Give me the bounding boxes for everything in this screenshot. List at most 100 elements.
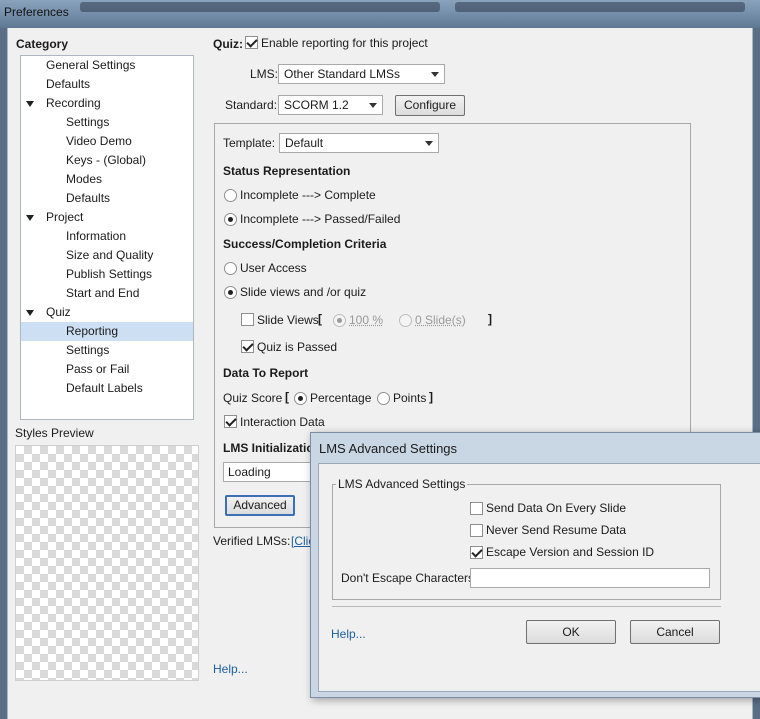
tree-item[interactable]: Recording (21, 94, 193, 113)
standard-dropdown[interactable]: SCORM 1.2 (278, 95, 383, 115)
send-every-slide-checkbox[interactable] (470, 502, 483, 515)
slide-views-quiz-radio[interactable] (224, 286, 237, 299)
escape-version-label: Escape Version and Session ID (486, 545, 654, 559)
user-access-label: User Access (240, 261, 307, 275)
interaction-data-checkbox[interactable] (224, 415, 237, 428)
slides-radio[interactable] (399, 314, 412, 327)
tree-item[interactable]: Settings (21, 113, 193, 132)
quiz-passed-label: Quiz is Passed (257, 340, 337, 354)
tree-item[interactable]: Publish Settings (21, 265, 193, 284)
tree-item-label: Defaults (46, 75, 90, 94)
quiz-score-label: Quiz Score (223, 391, 282, 405)
window-title: Preferences (4, 5, 69, 19)
interaction-data-label: Interaction Data (240, 415, 325, 429)
lms-dropdown-value: Other Standard LMSs (284, 67, 400, 81)
chevron-down-icon (425, 141, 433, 146)
tree-item[interactable]: Keys - (Global) (21, 151, 193, 170)
lms-init-loading-field[interactable]: Loading (223, 462, 318, 482)
chevron-down-icon (369, 103, 377, 108)
enable-reporting-label: Enable reporting for this project (261, 36, 428, 50)
tree-item[interactable]: Reporting (21, 322, 193, 341)
tree-item[interactable]: Quiz (21, 303, 193, 322)
cancel-button[interactable]: Cancel (630, 620, 720, 644)
template-dropdown[interactable]: Default (279, 133, 439, 153)
slide-views-quiz-label: Slide views and /or quiz (240, 285, 366, 299)
status-passed-failed-radio[interactable] (224, 213, 237, 226)
standard-dropdown-value: SCORM 1.2 (284, 98, 349, 112)
styles-preview-canvas (15, 445, 199, 681)
never-send-resume-checkbox[interactable] (470, 524, 483, 537)
tree-item-label: Settings (66, 113, 109, 132)
status-complete-radio[interactable] (224, 189, 237, 202)
chevron-down-icon (431, 72, 439, 77)
tree-item[interactable]: Information (21, 227, 193, 246)
expand-triangle-icon[interactable] (26, 310, 34, 316)
dialog-help-link[interactable]: Help... (331, 627, 366, 641)
tree-item[interactable]: Project (21, 208, 193, 227)
enable-reporting-checkbox[interactable] (245, 36, 258, 49)
tree-item-label: Modes (66, 170, 102, 189)
quiz-passed-checkbox[interactable] (241, 340, 254, 353)
window-title-bar: Preferences (0, 0, 760, 28)
expand-triangle-icon[interactable] (26, 215, 34, 221)
percentage-label: Percentage (310, 391, 371, 405)
data-to-report-heading: Data To Report (223, 366, 308, 380)
tree-item[interactable]: Pass or Fail (21, 360, 193, 379)
tree-item-label: Settings (66, 341, 109, 360)
lms-label: LMS: (250, 67, 278, 81)
category-heading: Category (16, 37, 68, 51)
lms-dropdown[interactable]: Other Standard LMSs (278, 64, 445, 84)
tree-item[interactable]: Video Demo (21, 132, 193, 151)
dialog-title: LMS Advanced Settings (319, 441, 457, 456)
tree-item[interactable]: Defaults (21, 189, 193, 208)
background-toolbar-blur (455, 2, 745, 12)
status-passed-failed-label: Incomplete ---> Passed/Failed (240, 212, 400, 226)
tree-item[interactable]: Settings (21, 341, 193, 360)
percent-radio[interactable] (333, 314, 346, 327)
background-menu-blur (80, 2, 440, 12)
lms-advanced-settings-dialog: LMS Advanced Settings LMS Advanced Setti… (310, 432, 760, 698)
tree-item[interactable]: Defaults (21, 75, 193, 94)
dont-escape-input[interactable] (470, 568, 710, 588)
status-representation-heading: Status Representation (223, 164, 350, 178)
tree-item-label: Video Demo (66, 132, 132, 151)
tree-item-label: Reporting (66, 322, 118, 341)
category-tree[interactable]: General Settings Defaults Recording Setting… (20, 55, 194, 420)
percentage-radio[interactable] (294, 392, 307, 405)
dialog-divider (332, 606, 721, 607)
tree-item[interactable]: Modes (21, 170, 193, 189)
points-radio[interactable] (377, 392, 390, 405)
standard-label: Standard: (225, 98, 277, 112)
criteria-heading: Success/Completion Criteria (223, 237, 386, 251)
configure-button[interactable]: Configure (395, 95, 465, 116)
tree-item-label: Keys - (Global) (66, 151, 146, 170)
lms-init-heading: LMS Initializatio (223, 441, 314, 455)
tree-item-label: Pass or Fail (66, 360, 129, 379)
verified-lms-label: Verified LMSs: (213, 534, 290, 548)
tree-item-label: Project (46, 208, 83, 227)
bracket-close: ] (488, 312, 492, 326)
tree-item[interactable]: Start and End (21, 284, 193, 303)
tree-item[interactable]: Size and Quality (21, 246, 193, 265)
tree-item-label: Defaults (66, 189, 110, 208)
score-bracket-close: ] (429, 390, 433, 404)
tree-item-label: General Settings (46, 56, 135, 75)
template-label: Template: (223, 136, 275, 150)
ok-button[interactable]: OK (526, 620, 616, 644)
slide-views-checkbox[interactable] (241, 313, 254, 326)
expand-triangle-icon[interactable] (26, 101, 34, 107)
user-access-radio[interactable] (224, 262, 237, 275)
tree-item-label: Recording (46, 94, 101, 113)
help-link[interactable]: Help... (213, 662, 248, 676)
never-send-resume-label: Never Send Resume Data (486, 523, 626, 537)
tree-item[interactable]: General Settings (21, 56, 193, 75)
tree-item-label: Information (66, 227, 126, 246)
slides-label: 0 Slide(s) (415, 313, 466, 327)
escape-version-checkbox[interactable] (470, 546, 483, 559)
slide-views-label: Slide Views (257, 313, 319, 327)
percent-label: 100 % (349, 313, 383, 327)
advanced-button[interactable]: Advanced (225, 495, 295, 516)
dont-escape-label: Don't Escape Characters: (341, 571, 477, 585)
tree-item[interactable]: Default Labels (21, 379, 193, 398)
tree-item-label: Quiz (46, 303, 71, 322)
